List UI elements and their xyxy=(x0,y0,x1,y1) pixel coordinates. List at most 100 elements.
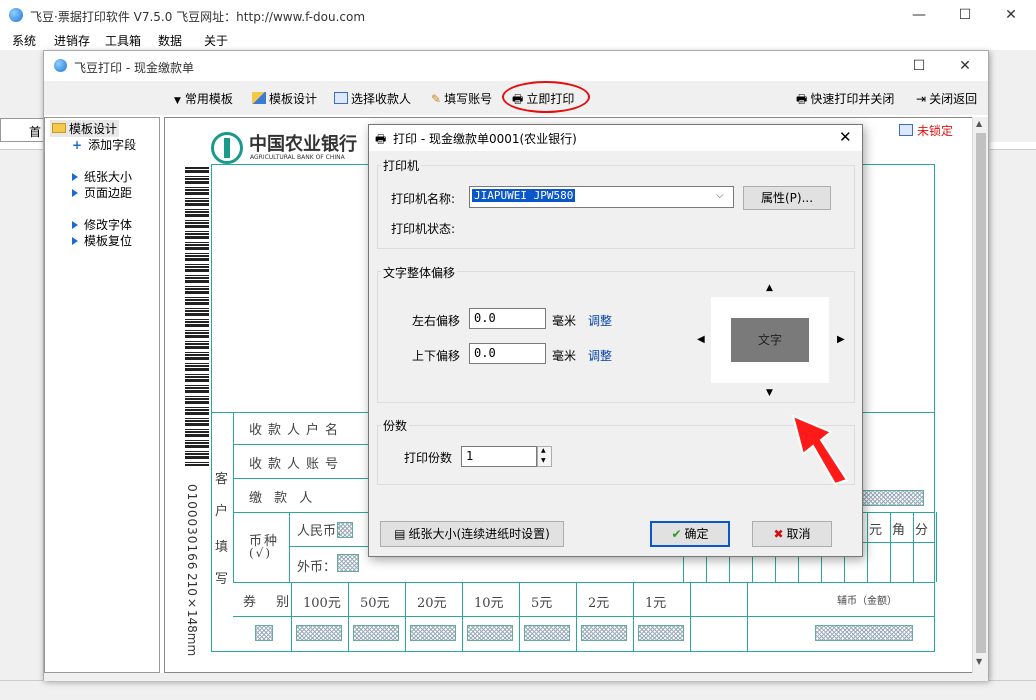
scroll-up-icon[interactable]: ▲ xyxy=(976,119,982,128)
inner-close-icon[interactable]: ✕ xyxy=(942,51,988,81)
tree-item-reset-template[interactable]: 模板复位 xyxy=(72,232,132,249)
ok-button[interactable]: ✔ 确定 xyxy=(650,521,730,547)
amount-grid-line xyxy=(913,512,914,582)
denom-hatch xyxy=(410,625,456,641)
offset-right-arrow-icon[interactable]: ▶ xyxy=(837,334,845,345)
bullet-arrow-icon xyxy=(72,173,78,181)
payee-name-label: 收款人户名 xyxy=(249,423,345,438)
amount-grid-line xyxy=(890,512,891,582)
denom-hatch xyxy=(353,625,399,641)
offset-preview-text: 文字 xyxy=(731,318,809,362)
minimize-icon[interactable]: — xyxy=(896,0,942,30)
customer-char-3: 填 xyxy=(215,540,231,555)
close-icon[interactable]: ✕ xyxy=(988,0,1034,30)
tree-root-template-design[interactable]: 模板设计 xyxy=(50,120,120,137)
toolbar: ▼ 常用模板 模板设计 选择收款人 ✎ 填写账号 🖶 立即打印 🖶 快速打印并关闭 ⇥ 关… xyxy=(44,81,988,115)
inner-maximize-icon[interactable]: ☐ xyxy=(896,51,942,81)
menu-data[interactable]: 数据 xyxy=(158,32,182,49)
currency-col-line xyxy=(289,512,290,582)
menu-toolbox[interactable]: 工具箱 xyxy=(105,32,141,49)
menu-system[interactable]: 系统 xyxy=(12,32,36,49)
fill-account-button[interactable]: ✎ 填写账号 xyxy=(431,90,492,107)
quick-print-close-button[interactable]: 🖶 快速打印并关闭 xyxy=(796,90,894,111)
copies-label: 打印份数 xyxy=(404,451,453,465)
select-payee-button[interactable]: 选择收款人 xyxy=(334,90,411,107)
maximize-icon[interactable]: ☐ xyxy=(942,0,988,30)
ud-adjust-link[interactable]: 调整 xyxy=(588,347,612,364)
abc-bank-logo-icon xyxy=(211,132,243,164)
menu-inventory[interactable]: 进销存 xyxy=(54,32,90,49)
template-design-button[interactable]: 模板设计 xyxy=(252,90,317,107)
lr-offset-input[interactable]: 0.0 xyxy=(469,308,546,329)
folder-icon xyxy=(52,123,66,133)
tree-item-paper-size[interactable]: 纸张大小 xyxy=(72,168,132,185)
inner-title-bar: 飞豆打印 - 现金缴款单 ☐ ✕ xyxy=(44,51,988,81)
chevron-down-icon[interactable]: ⌵ xyxy=(716,190,724,201)
offset-left-arrow-icon[interactable]: ◀ xyxy=(697,334,705,345)
dialog-printer-icon: 🖶 xyxy=(375,132,387,146)
ud-offset-input[interactable]: 0.0 xyxy=(469,343,546,364)
bank-name-en: AGRICULTURAL BANK OF CHINA xyxy=(250,154,345,161)
main-title-bar: 飞豆·票据打印软件 V7.5.0 飞豆网址：http://www.f-dou.c… xyxy=(0,0,1036,30)
offset-down-arrow-icon[interactable]: ▼ xyxy=(766,388,773,398)
lr-unit: 毫米 xyxy=(552,314,577,328)
quick-printer-icon: 🖶 xyxy=(796,92,808,106)
rmb-checkbox[interactable] xyxy=(337,522,353,538)
printer-properties-button[interactable]: 属性(P)... xyxy=(743,186,831,210)
scroll-down-icon[interactable]: ▼ xyxy=(976,657,982,666)
denom-col-line xyxy=(576,582,577,652)
common-templates-button[interactable]: ▼ 常用模板 xyxy=(174,90,233,107)
dialog-title-bar: 🖶 打印 - 现金缴款单0001(农业银行) ✕ xyxy=(369,125,862,151)
calendar-icon xyxy=(899,124,913,136)
denom-hatch xyxy=(581,625,627,641)
spin-up-icon[interactable]: ▲ xyxy=(541,447,546,454)
denom-col-line xyxy=(519,582,520,652)
vertical-scrollbar[interactable]: ▲ ▼ xyxy=(972,117,988,673)
printer-name-label: 打印机名称: xyxy=(391,192,456,206)
denomination-6: 1元 xyxy=(645,596,667,611)
tree-item-page-margin[interactable]: 页面边距 xyxy=(72,184,132,201)
dialog-close-icon[interactable]: ✕ xyxy=(839,128,852,146)
barcode xyxy=(185,166,209,466)
print-dialog: 🖶 打印 - 现金缴款单0001(农业银行) ✕ 打印机 打印机名称: JIAP… xyxy=(368,124,863,557)
denom-col-line xyxy=(405,582,406,652)
offset-up-arrow-icon[interactable]: ▲ xyxy=(766,283,773,293)
spin-down-icon[interactable]: ▼ xyxy=(541,457,546,464)
tab-home[interactable]: 首 xyxy=(0,118,44,142)
close-return-button[interactable]: ⇥ 关闭返回 xyxy=(916,90,977,107)
lock-status[interactable]: 未锁定 xyxy=(917,122,953,139)
reset-template-label: 模板复位 xyxy=(84,234,133,248)
exit-door-icon: ⇥ xyxy=(916,92,927,106)
copies-spinner[interactable]: ▲ ▼ xyxy=(537,446,552,467)
payee-account-label: 收款人账号 xyxy=(249,457,345,472)
denom-col-line xyxy=(690,582,691,652)
tree-item-edit-font[interactable]: 修改字体 xyxy=(72,216,132,233)
lr-adjust-link[interactable]: 调整 xyxy=(588,312,612,329)
menu-about[interactable]: 关于 xyxy=(204,32,228,49)
denomination-3: 10元 xyxy=(474,596,504,611)
inner-window-title: 飞豆打印 - 现金缴款单 xyxy=(74,61,194,75)
cancel-button[interactable]: ✖ 取消 xyxy=(752,521,832,547)
printer-name-select[interactable]: JIAPUWEI JPW580 ⌵ xyxy=(469,186,734,208)
paper-size-button-label: 纸张大小(连续进纸时设置) xyxy=(408,527,550,541)
template-tree-panel: 模板设计 + 添加字段 纸张大小 页面边距 修改字体 模板复位 xyxy=(44,117,160,673)
side-code: 0100030166 xyxy=(185,484,199,571)
copies-input[interactable]: 1 xyxy=(461,446,537,467)
template-design-label: 模板设计 xyxy=(269,92,318,106)
foreign-checkbox[interactable] xyxy=(337,554,359,572)
denomination-label: 券 别 xyxy=(243,595,298,610)
customer-col-line xyxy=(233,412,234,582)
denomination-0: 100元 xyxy=(303,596,341,611)
paper-size-button[interactable]: ▤ 纸张大小(连续进纸时设置) xyxy=(380,521,564,547)
bank-name-cn: 中国农业银行 xyxy=(249,134,357,155)
tab-content-strip-right xyxy=(990,142,1036,150)
horizontal-scrollbar[interactable] xyxy=(44,673,988,681)
denom-hatch-0 xyxy=(255,625,273,641)
tree-item-add-field[interactable]: + 添加字段 xyxy=(72,136,136,153)
copies-group-label: 份数 xyxy=(381,417,410,434)
denom-hatch xyxy=(467,625,513,641)
cancel-button-label: 取消 xyxy=(786,527,811,541)
ok-button-label: 确定 xyxy=(684,527,709,541)
currency-row-line xyxy=(289,546,369,547)
scroll-thumb[interactable] xyxy=(976,133,986,653)
